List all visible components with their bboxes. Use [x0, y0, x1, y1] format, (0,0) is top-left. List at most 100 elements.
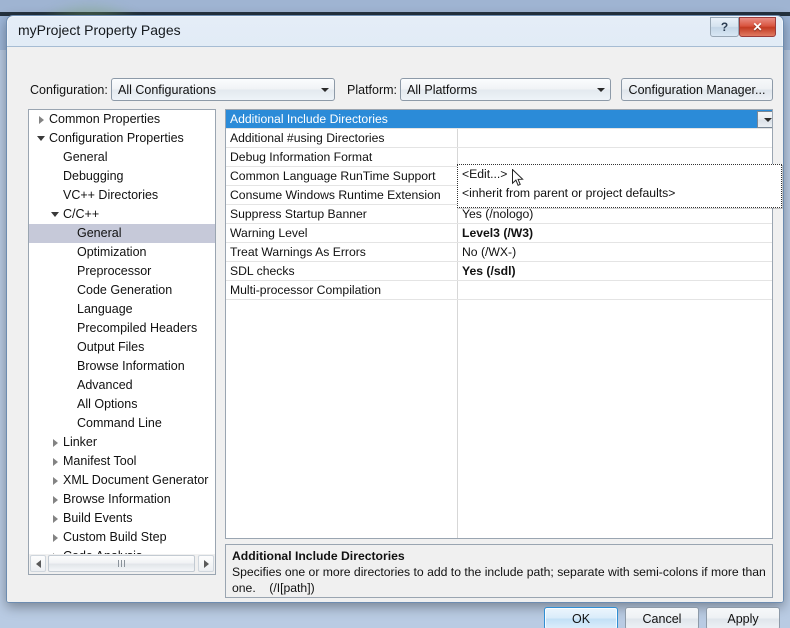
- property-value[interactable]: Yes (/sdl): [462, 262, 516, 280]
- tree-item-label: Command Line: [77, 416, 162, 430]
- description-body: Specifies one or more directories to add…: [232, 565, 770, 595]
- tree-item-xml-document-generator[interactable]: XML Document Generator: [29, 471, 215, 490]
- property-value-dropdown-button[interactable]: [757, 111, 772, 128]
- tree-item-output-files[interactable]: Output Files: [29, 338, 215, 357]
- configuration-select[interactable]: All Configurations: [111, 78, 335, 101]
- apply-button[interactable]: Apply: [706, 607, 780, 628]
- tree-collapse-arrow-icon[interactable]: [49, 471, 61, 490]
- tree-item-manifest-tool[interactable]: Manifest Tool: [29, 452, 215, 471]
- tree-item-browse-information[interactable]: Browse Information: [29, 490, 215, 509]
- scroll-left-icon[interactable]: [30, 555, 46, 572]
- tree-item-command-line[interactable]: Command Line: [29, 414, 215, 433]
- tree-item-language[interactable]: Language: [29, 300, 215, 319]
- tree-item-debugging[interactable]: Debugging: [29, 167, 215, 186]
- tree-item-browse-information[interactable]: Browse Information: [29, 357, 215, 376]
- tree-item-c-c[interactable]: C/C++: [29, 205, 215, 224]
- tree-collapse-arrow-icon[interactable]: [49, 452, 61, 471]
- tree-item-optimization[interactable]: Optimization: [29, 243, 215, 262]
- platform-select[interactable]: All Platforms: [400, 78, 611, 101]
- configuration-manager-button[interactable]: Configuration Manager...: [621, 78, 773, 101]
- dialog-titlebar[interactable]: myProject Property Pages ? ✕: [7, 16, 783, 46]
- tree-item-advanced[interactable]: Advanced: [29, 376, 215, 395]
- tree-item-precompiled-headers[interactable]: Precompiled Headers: [29, 319, 215, 338]
- tree-expand-arrow-icon[interactable]: [49, 205, 61, 224]
- tree-item-preprocessor[interactable]: Preprocessor: [29, 262, 215, 281]
- tree-item-label: Optimization: [77, 245, 147, 259]
- tree-item-label: Preprocessor: [77, 264, 152, 278]
- tree-collapse-arrow-icon[interactable]: [49, 490, 61, 509]
- tree-item-label: VC++ Directories: [63, 188, 159, 202]
- configuration-label: Configuration:: [30, 83, 108, 97]
- tree-item-general[interactable]: General: [29, 224, 215, 243]
- tree-item-label: Linker: [63, 435, 98, 449]
- property-name: Multi-processor Compilation: [230, 283, 382, 297]
- tree-item-label: Browse Information: [77, 359, 185, 373]
- chevron-down-icon[interactable]: [316, 80, 333, 99]
- description-title: Additional Include Directories: [232, 549, 405, 563]
- tree-item-vc-directories[interactable]: VC++ Directories: [29, 186, 215, 205]
- tree-item-label: Output Files: [77, 340, 145, 354]
- scrollbar-thumb[interactable]: [48, 555, 195, 572]
- property-row[interactable]: Treat Warnings As Errors No (/WX-): [226, 243, 772, 262]
- property-name: SDL checks: [230, 264, 295, 278]
- tree-item-label: Build Events: [63, 511, 133, 525]
- tree-item-label: Browse Information: [63, 492, 171, 506]
- property-name: Common Language RunTime Support: [230, 169, 436, 183]
- platform-label: Platform:: [347, 83, 398, 97]
- property-name: Warning Level: [230, 226, 308, 240]
- tree-item-label: XML Document Generator: [63, 473, 209, 487]
- tree-item-custom-build-step[interactable]: Custom Build Step: [29, 528, 215, 547]
- property-value[interactable]: No (/WX-): [462, 243, 516, 261]
- dropdown-item[interactable]: <Edit...>: [458, 165, 781, 184]
- dialog-client-area: Configuration: All Configurations Platfo…: [7, 46, 783, 628]
- scroll-right-icon[interactable]: [198, 555, 214, 572]
- close-icon[interactable]: ✕: [739, 17, 776, 37]
- tree-item-common-properties[interactable]: Common Properties: [29, 110, 215, 129]
- tree-item-linker[interactable]: Linker: [29, 433, 215, 452]
- tree-item-label: C/C++: [63, 207, 100, 221]
- property-name: Suppress Startup Banner: [230, 207, 367, 221]
- tree-collapse-arrow-icon[interactable]: [35, 110, 47, 129]
- configuration-select-value: All Configurations: [118, 82, 216, 97]
- platform-select-value: All Platforms: [407, 82, 478, 97]
- property-row[interactable]: Additional Include Directories: [226, 110, 772, 129]
- tree-expand-arrow-icon[interactable]: [35, 129, 47, 148]
- property-name: Treat Warnings As Errors: [230, 245, 366, 259]
- property-row[interactable]: Additional #using Directories: [226, 129, 772, 148]
- property-row[interactable]: SDL checks Yes (/sdl): [226, 262, 772, 281]
- property-name: Additional #using Directories: [230, 131, 385, 145]
- dialog-title: myProject Property Pages: [18, 22, 181, 38]
- tree-item-label: Precompiled Headers: [77, 321, 198, 335]
- tree-collapse-arrow-icon[interactable]: [49, 509, 61, 528]
- ok-button[interactable]: OK: [544, 607, 618, 628]
- tree-collapse-arrow-icon[interactable]: [49, 433, 61, 452]
- tree-item-label: Advanced: [77, 378, 133, 392]
- property-name: Consume Windows Runtime Extension: [230, 188, 441, 202]
- tree-collapse-arrow-icon[interactable]: [49, 528, 61, 547]
- tree-item-label: Custom Build Step: [63, 530, 167, 544]
- tree-item-configuration-properties[interactable]: Configuration Properties: [29, 129, 215, 148]
- tree-item-all-options[interactable]: All Options: [29, 395, 215, 414]
- property-name: Debug Information Format: [230, 150, 373, 164]
- tree-item-label: Code Generation: [77, 283, 173, 297]
- tree-item-build-events[interactable]: Build Events: [29, 509, 215, 528]
- tree-item-label: Language: [77, 302, 133, 316]
- property-row[interactable]: Multi-processor Compilation: [226, 281, 772, 300]
- value-dropdown-list[interactable]: <Edit...> <inherit from parent or project…: [457, 164, 782, 208]
- dropdown-item[interactable]: <inherit from parent or project defaults…: [458, 184, 781, 203]
- property-row[interactable]: Warning Level Level3 (/W3): [226, 224, 772, 243]
- tree-item-label: General: [77, 226, 122, 240]
- tree-item-label: Common Properties: [49, 112, 161, 126]
- help-button[interactable]: ?: [710, 17, 739, 37]
- tree-item-general[interactable]: General: [29, 148, 215, 167]
- tree-item-code-generation[interactable]: Code Generation: [29, 281, 215, 300]
- cancel-button[interactable]: Cancel: [625, 607, 699, 628]
- property-value[interactable]: Level3 (/W3): [462, 224, 533, 242]
- tree-horizontal-scrollbar[interactable]: [28, 554, 216, 575]
- property-tree[interactable]: Common Properties Configuration Propertie…: [28, 109, 216, 575]
- property-name: Additional Include Directories: [230, 112, 388, 126]
- chevron-down-icon[interactable]: [592, 80, 609, 99]
- property-pages-dialog: myProject Property Pages ? ✕ Configurati…: [6, 15, 784, 628]
- tree-item-label: Configuration Properties: [49, 131, 184, 145]
- tree-item-label: All Options: [77, 397, 138, 411]
